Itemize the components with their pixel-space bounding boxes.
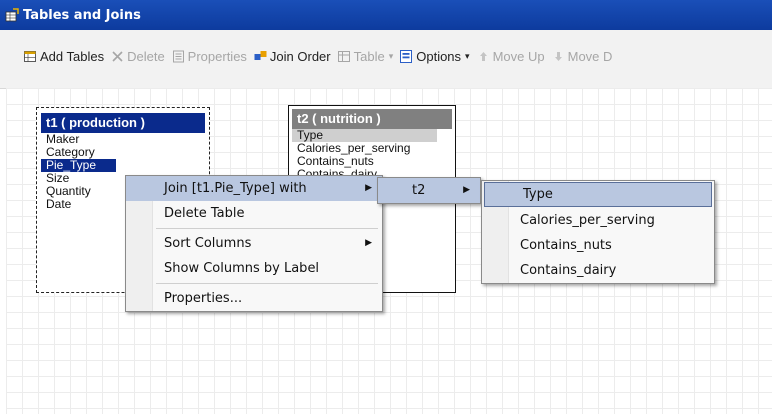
- x-delete-icon: [111, 50, 124, 63]
- properties-button[interactable]: Properties: [172, 49, 247, 64]
- properties-icon: [172, 50, 185, 63]
- tables-window-icon: [5, 8, 19, 22]
- window-title: Tables and Joins: [23, 7, 141, 23]
- menu-item-sort-columns[interactable]: Sort Columns ▶: [126, 231, 382, 256]
- join-order-icon: [254, 50, 267, 63]
- menu-item-delete-table[interactable]: Delete Table: [126, 201, 382, 226]
- menu-item-column-nuts[interactable]: Contains_nuts: [482, 233, 714, 258]
- delete-button[interactable]: Delete: [111, 49, 165, 64]
- options-dropdown-button[interactable]: Options ▾: [400, 49, 470, 64]
- menu-item-show-columns-by-label[interactable]: Show Columns by Label: [126, 256, 382, 281]
- join-column-submenu: Type Calories_per_serving Contains_nuts …: [481, 180, 715, 284]
- tables-and-joins-window: Tables and Joins Add Tables Delete Prope…: [0, 0, 772, 414]
- chevron-down-icon: ▾: [388, 51, 394, 61]
- table-dropdown-button[interactable]: Table ▾: [337, 49, 394, 64]
- window-title-bar: Tables and Joins: [0, 0, 772, 30]
- table-t1-header[interactable]: t1 ( production ): [41, 113, 205, 133]
- chevron-down-icon: ▾: [465, 51, 470, 61]
- arrow-down-icon: [552, 50, 565, 63]
- table-t2-header[interactable]: t2 ( nutrition ): [292, 109, 452, 129]
- toolbar: Add Tables Delete Properties Join Order …: [0, 30, 772, 89]
- menu-item-column-calories[interactable]: Calories_per_serving: [482, 208, 714, 233]
- table-context-menu: Join [t1.Pie_Type] with ▶ Delete Table S…: [125, 175, 383, 312]
- arrow-up-icon: [477, 50, 490, 63]
- menu-item-properties[interactable]: Properties...: [126, 286, 382, 311]
- menu-separator: [156, 283, 378, 284]
- submenu-arrow-icon: ▶: [365, 183, 372, 193]
- menu-item-join-with[interactable]: Join [t1.Pie_Type] with ▶: [126, 176, 382, 201]
- menu-item-column-type[interactable]: Type: [484, 182, 712, 207]
- add-tables-button[interactable]: Add Tables: [24, 49, 104, 64]
- table-add-icon: [24, 50, 37, 63]
- menu-item-column-dairy[interactable]: Contains_dairy: [482, 258, 714, 283]
- move-up-button[interactable]: Move Up: [477, 49, 545, 64]
- options-icon: [400, 50, 413, 63]
- join-order-button[interactable]: Join Order: [254, 49, 331, 64]
- move-down-button[interactable]: Move D: [552, 49, 612, 64]
- join-table-submenu: t2 ▶: [377, 177, 481, 204]
- submenu-arrow-icon: ▶: [463, 185, 470, 195]
- menu-item-table-t2[interactable]: t2 ▶: [378, 178, 480, 203]
- menu-separator: [156, 228, 378, 229]
- table-icon: [337, 50, 351, 63]
- submenu-arrow-icon: ▶: [365, 238, 372, 248]
